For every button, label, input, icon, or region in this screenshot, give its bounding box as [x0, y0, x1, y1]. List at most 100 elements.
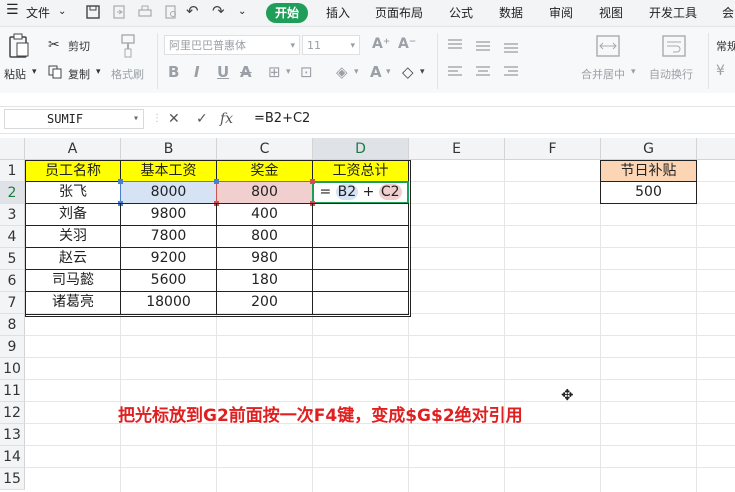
select-all-corner[interactable]	[0, 138, 25, 160]
allowance-value-cell[interactable]: 500	[600, 181, 697, 204]
column-header-d[interactable]: D	[313, 138, 409, 160]
row-header[interactable]: 5	[0, 248, 25, 270]
row-header[interactable]: 6	[0, 270, 25, 292]
table-cell-base-salary-referenced[interactable]: 8000	[120, 181, 217, 204]
range-handle[interactable]	[214, 179, 219, 184]
italic-icon[interactable]: I	[194, 63, 200, 81]
tab-home[interactable]: 开始	[266, 3, 308, 23]
chevron-down-icon[interactable]: ▾	[631, 67, 636, 77]
chevron-down-icon[interactable]: ▾	[386, 67, 391, 77]
insert-function-icon[interactable]: fx	[220, 111, 233, 127]
wrap-text-icon[interactable]	[662, 35, 686, 57]
number-format-select[interactable]: 常规	[716, 38, 735, 54]
active-cell-d2[interactable]: = B2 + C2	[312, 181, 409, 204]
allowance-header-cell[interactable]: 节日补贴	[600, 160, 697, 182]
chevron-down-icon[interactable]: ▾	[96, 67, 101, 77]
print-icon[interactable]	[138, 5, 152, 19]
chevron-down-icon[interactable]: ▾	[32, 67, 37, 77]
export-icon[interactable]	[112, 5, 126, 19]
row-header[interactable]: 13	[0, 424, 25, 446]
range-handle[interactable]	[118, 179, 123, 184]
clear-format-icon[interactable]: ◇	[402, 63, 414, 81]
table-cell-total[interactable]	[312, 269, 409, 292]
hamburger-icon[interactable]: ☰	[6, 2, 19, 18]
chevron-down-icon[interactable]: ⌄	[58, 6, 66, 17]
redo-icon[interactable]: ↷	[212, 2, 225, 20]
copy-button[interactable]: 复制	[68, 66, 90, 82]
column-header-a[interactable]: A	[25, 138, 121, 160]
font-name-select[interactable]: 阿里巴巴普惠体 ▾	[164, 35, 300, 55]
row-header[interactable]: 2	[0, 182, 25, 204]
undo-icon[interactable]: ↶	[186, 2, 199, 20]
bold-icon[interactable]: B	[168, 63, 179, 81]
row-header[interactable]: 12	[0, 402, 25, 424]
name-box[interactable]: SUMIF ▾	[4, 109, 144, 129]
confirm-icon[interactable]: ✓	[196, 111, 208, 127]
merge-icon[interactable]	[596, 35, 620, 57]
header-cell-total[interactable]: 工资总计	[312, 160, 409, 182]
format-painter-button[interactable]: 格式刷	[111, 66, 144, 82]
table-cell-bonus[interactable]: 180	[216, 269, 313, 292]
table-cell-base-salary[interactable]: 9200	[120, 247, 217, 270]
font-color-icon[interactable]: A	[370, 63, 382, 81]
header-cell-bonus[interactable]: 奖金	[216, 160, 313, 182]
print-preview-icon[interactable]	[164, 5, 178, 19]
increase-font-icon[interactable]: A⁺	[372, 36, 390, 52]
cancel-icon[interactable]: ✕	[168, 111, 180, 127]
table-cell-base-salary[interactable]: 18000	[120, 291, 217, 315]
row-header[interactable]: 14	[0, 446, 25, 468]
table-cell-bonus[interactable]: 400	[216, 203, 313, 226]
tab-page-layout[interactable]: 页面布局	[375, 4, 423, 21]
strikethrough-icon[interactable]: A	[240, 63, 252, 81]
drag-handle-icon[interactable]: ⋮	[152, 113, 162, 124]
table-cell-bonus[interactable]: 980	[216, 247, 313, 270]
save-icon[interactable]	[86, 5, 100, 19]
copy-icon[interactable]	[48, 65, 62, 79]
underline-icon[interactable]: U	[217, 63, 229, 81]
range-handle[interactable]	[310, 179, 315, 184]
row-header[interactable]: 10	[0, 358, 25, 380]
table-cell-total[interactable]	[312, 225, 409, 248]
format-painter-icon[interactable]	[118, 33, 138, 59]
paste-icon[interactable]	[8, 33, 30, 59]
row-header[interactable]: 9	[0, 336, 25, 358]
row-header[interactable]: 3	[0, 204, 25, 226]
column-header-g[interactable]: G	[601, 138, 697, 160]
cut-button[interactable]: 剪切	[68, 38, 90, 54]
table-cell-base-salary[interactable]: 9800	[120, 203, 217, 226]
row-header[interactable]: 4	[0, 226, 25, 248]
table-cell-name[interactable]: 张飞	[25, 181, 121, 204]
header-cell-base-salary[interactable]: 基本工资	[120, 160, 217, 182]
header-cell-name[interactable]: 员工名称	[25, 160, 121, 182]
table-cell-bonus-referenced[interactable]: 800	[216, 181, 313, 204]
row-header[interactable]: 15	[0, 468, 25, 490]
table-cell-total[interactable]	[312, 291, 409, 315]
chevron-down-icon[interactable]: ⌄	[238, 6, 246, 17]
chevron-down-icon[interactable]: ▾	[420, 67, 425, 77]
row-header[interactable]: 1	[0, 160, 25, 182]
tab-data[interactable]: 数据	[499, 4, 523, 21]
table-cell-total[interactable]	[312, 247, 409, 270]
file-menu[interactable]: 文件	[26, 4, 50, 21]
column-header-c[interactable]: C	[217, 138, 313, 160]
column-header-b[interactable]: B	[121, 138, 217, 160]
merge-border-icon[interactable]: ⊡	[300, 63, 313, 81]
formula-input[interactable]: =B2+C2	[254, 111, 310, 126]
row-header[interactable]: 11	[0, 380, 25, 402]
column-header-h[interactable]	[697, 138, 735, 160]
table-cell-base-salary[interactable]: 7800	[120, 225, 217, 248]
table-cell-bonus[interactable]: 200	[216, 291, 313, 315]
table-cell-name[interactable]: 刘备	[25, 203, 121, 226]
table-cell-total[interactable]	[312, 203, 409, 226]
wrap-text-button[interactable]: 自动换行	[649, 66, 693, 82]
tab-insert[interactable]: 插入	[326, 4, 350, 21]
row-header[interactable]: 8	[0, 314, 25, 336]
tab-member[interactable]: 会	[722, 4, 734, 21]
scissors-icon[interactable]: ✂	[48, 37, 60, 53]
chevron-down-icon[interactable]: ▾	[354, 67, 359, 77]
table-cell-bonus[interactable]: 800	[216, 225, 313, 248]
paste-button[interactable]: 粘贴	[4, 66, 26, 82]
decrease-font-icon[interactable]: A⁻	[398, 36, 416, 52]
table-cell-name[interactable]: 赵云	[25, 247, 121, 270]
table-cell-name[interactable]: 关羽	[25, 225, 121, 248]
